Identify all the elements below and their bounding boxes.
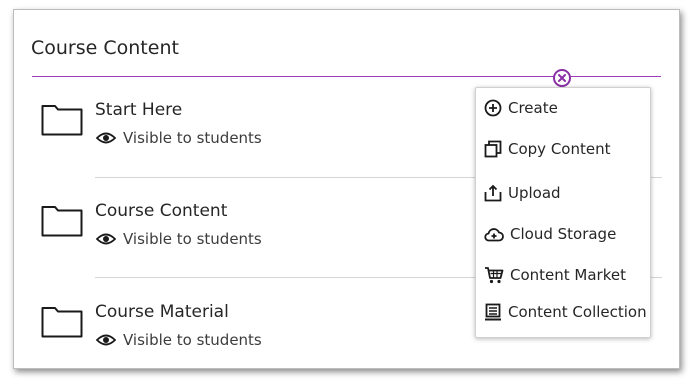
- close-icon: [558, 74, 566, 82]
- eye-icon: [96, 132, 116, 144]
- menu-item-create[interactable]: Create: [484, 97, 558, 119]
- visibility-label: Visible to students: [123, 129, 262, 147]
- item-title[interactable]: Start Here: [95, 100, 182, 120]
- cloud-plus-icon: [484, 228, 504, 242]
- visibility-toggle[interactable]: Visible to students: [96, 129, 262, 147]
- content-item-course-material[interactable]: Course Material Visible to students: [41, 300, 481, 370]
- cart-icon: [485, 267, 504, 284]
- folder-icon: [41, 206, 83, 237]
- collection-icon: [485, 303, 501, 321]
- visibility-label: Visible to students: [123, 331, 262, 349]
- visibility-toggle[interactable]: Visible to students: [96, 230, 262, 248]
- content-item-start-here[interactable]: Start Here Visible to students: [41, 98, 481, 168]
- visibility-label: Visible to students: [123, 230, 262, 248]
- eye-icon: [96, 233, 116, 245]
- menu-item-label: Content Market: [510, 266, 626, 284]
- add-content-menu: Create Copy Content Upload Cloud Storage: [475, 87, 651, 338]
- copy-icon: [484, 140, 502, 158]
- course-content-panel: Course Content Start Here Visible to stu…: [13, 9, 680, 369]
- folder-icon: [41, 105, 83, 136]
- menu-item-copy-content[interactable]: Copy Content: [484, 138, 610, 160]
- menu-item-upload[interactable]: Upload: [484, 182, 561, 204]
- folder-icon: [41, 307, 83, 338]
- menu-item-label: Upload: [508, 184, 561, 202]
- menu-item-label: Cloud Storage: [510, 225, 617, 243]
- upload-icon: [484, 184, 502, 202]
- menu-item-label: Create: [508, 99, 558, 117]
- plus-circle-icon: [484, 99, 502, 117]
- menu-item-label: Copy Content: [508, 140, 611, 158]
- item-title[interactable]: Course Content: [95, 201, 227, 221]
- menu-item-content-collection[interactable]: Content Collection: [484, 301, 647, 323]
- eye-icon: [96, 334, 116, 346]
- content-item-course-content[interactable]: Course Content Visible to students: [41, 199, 481, 269]
- menu-item-content-market[interactable]: Content Market: [484, 264, 626, 286]
- visibility-toggle[interactable]: Visible to students: [96, 331, 262, 349]
- menu-item-label: Content Collection: [508, 303, 647, 321]
- page-title: Course Content: [31, 37, 179, 59]
- close-menu-button[interactable]: [553, 69, 571, 87]
- item-title[interactable]: Course Material: [95, 302, 229, 322]
- menu-item-cloud-storage[interactable]: Cloud Storage: [484, 223, 616, 245]
